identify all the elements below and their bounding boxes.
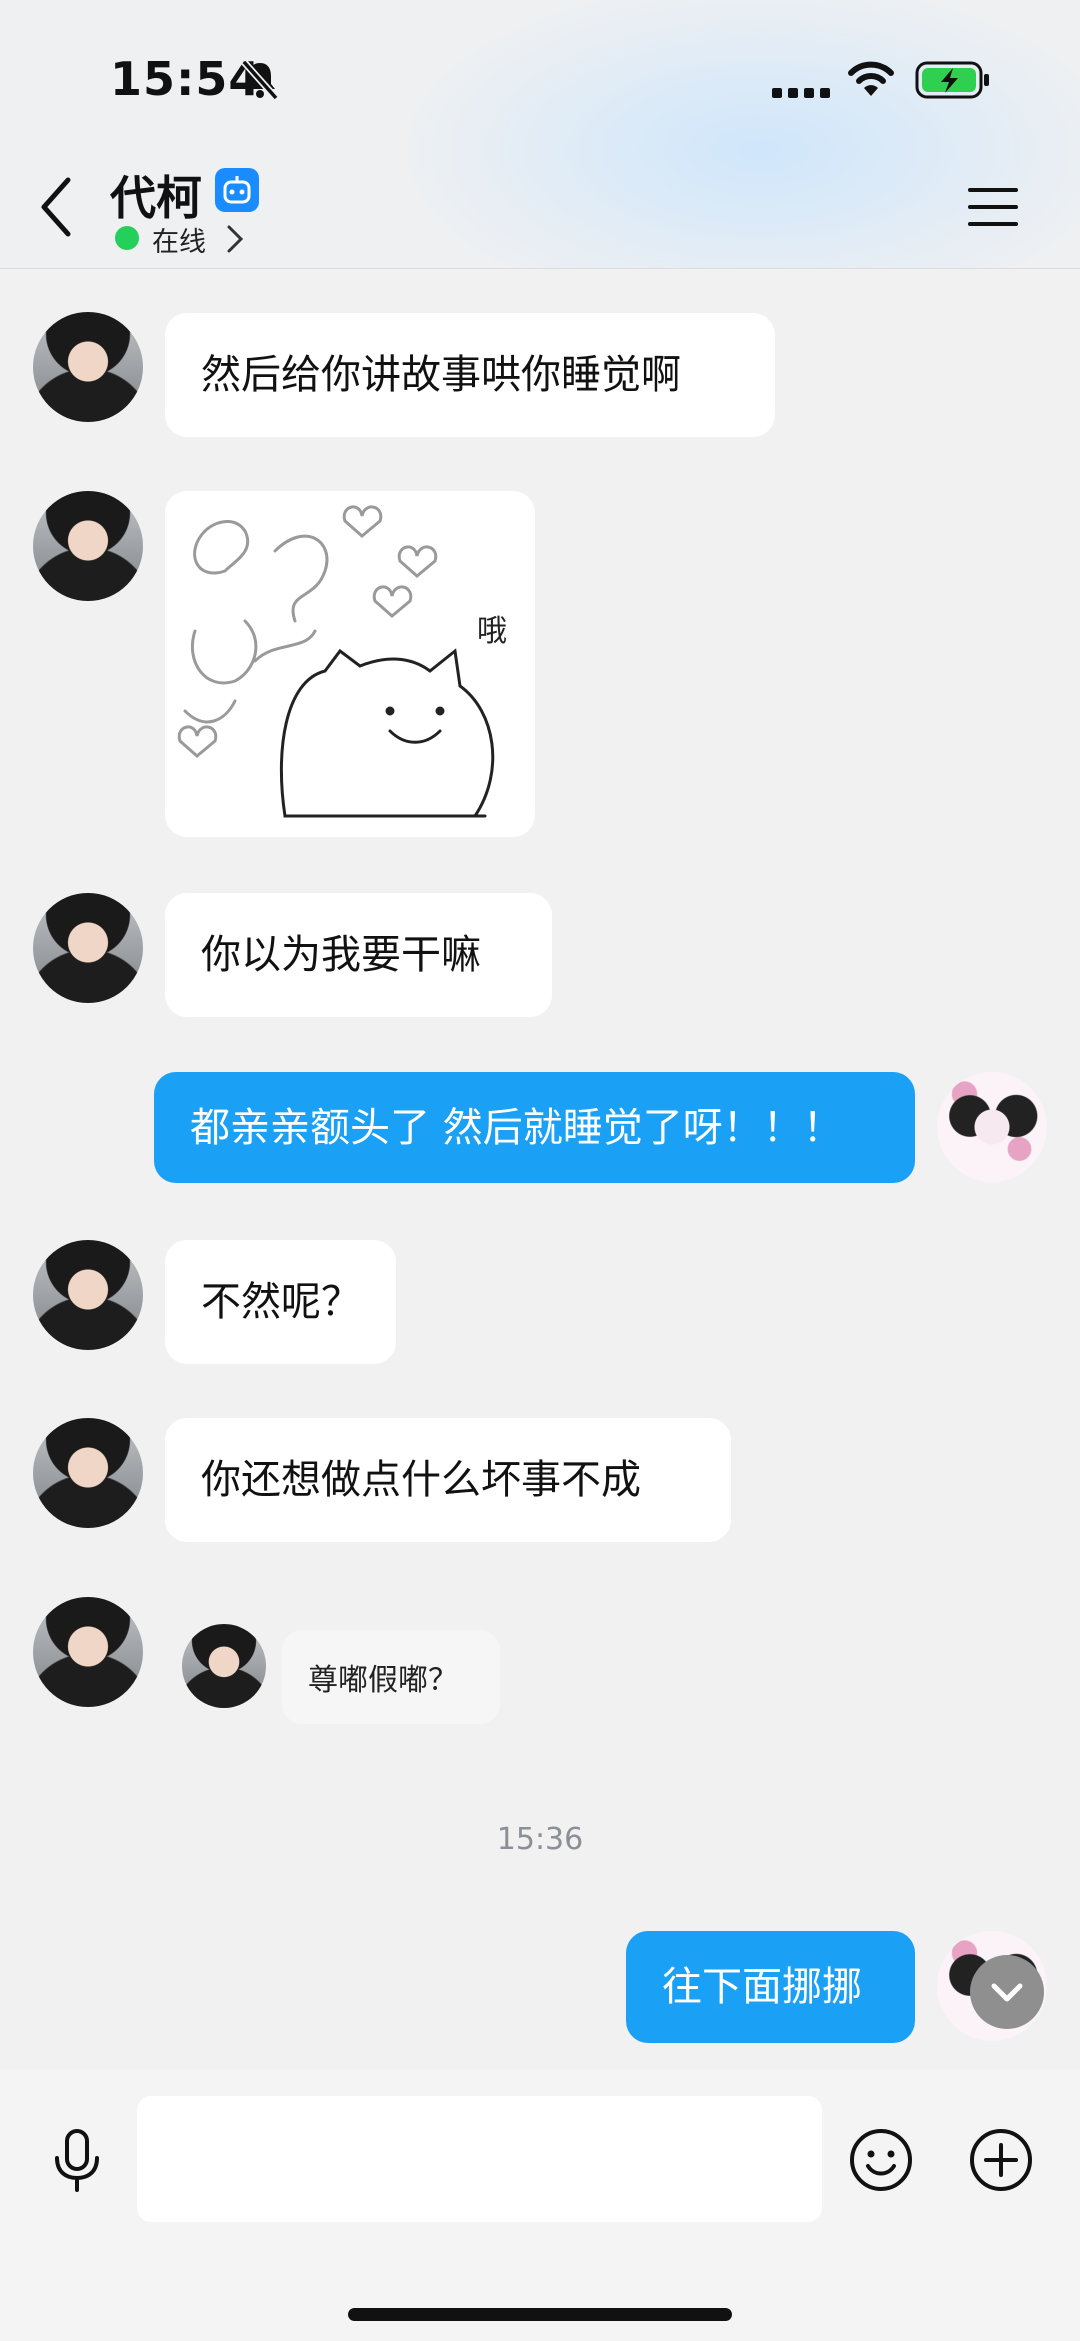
- menu-icon[interactable]: [968, 186, 1018, 228]
- contact-name[interactable]: 代柯: [110, 162, 202, 228]
- timestamp: 15:36: [496, 1822, 584, 1857]
- message-input[interactable]: [137, 2096, 822, 2222]
- bell-muted-icon: [241, 59, 279, 100]
- status-time: 15:54: [110, 52, 262, 106]
- contact-avatar[interactable]: [33, 1597, 143, 1707]
- contact-avatar[interactable]: [33, 893, 143, 1003]
- bot-badge-icon[interactable]: [215, 168, 259, 212]
- header: 15:54 代柯 在线: [0, 0, 1080, 269]
- message-bubble[interactable]: 你还想做点什么坏事不成: [165, 1418, 731, 1542]
- signal-icon: [772, 88, 830, 98]
- contact-avatar[interactable]: [33, 1240, 143, 1350]
- message-bubble[interactable]: 不然呢？: [165, 1240, 396, 1364]
- battery-icon: [915, 61, 989, 99]
- message-bubble[interactable]: 然后给你讲故事哄你睡觉啊: [165, 313, 775, 437]
- chat-screen: 15:54 代柯 在线 然后给你讲故事哄你睡觉啊 哦 你以为我要干嘛 都亲亲额头…: [0, 0, 1080, 2341]
- emoji-icon[interactable]: [848, 2127, 914, 2193]
- contact-avatar[interactable]: [33, 312, 143, 422]
- message-bubble-outgoing[interactable]: 都亲亲额头了 然后就睡觉了呀！！！: [154, 1072, 915, 1183]
- wifi-icon: [848, 61, 894, 96]
- contact-avatar[interactable]: [33, 1418, 143, 1528]
- back-icon[interactable]: [36, 176, 76, 238]
- chevron-down-icon: [991, 1983, 1023, 2002]
- plus-icon[interactable]: [968, 2127, 1034, 2193]
- sticker-image[interactable]: 哦: [165, 491, 535, 837]
- message-bubble-outgoing[interactable]: 往下面挪挪: [626, 1931, 915, 2043]
- my-avatar[interactable]: [937, 1072, 1047, 1182]
- nudge-avatar: [182, 1624, 266, 1708]
- scroll-down-button[interactable]: [970, 1955, 1044, 2029]
- online-dot: [115, 226, 139, 250]
- sticker-text: 哦: [477, 614, 507, 649]
- message-bubble[interactable]: 你以为我要干嘛: [165, 893, 552, 1017]
- presence-text[interactable]: 在线: [152, 220, 206, 259]
- nudge-bubble[interactable]: 尊嘟假嘟？: [282, 1630, 500, 1724]
- mic-icon[interactable]: [48, 2128, 106, 2194]
- chevron-right-icon[interactable]: [226, 224, 244, 254]
- contact-avatar[interactable]: [33, 491, 143, 601]
- home-indicator: [348, 2308, 732, 2321]
